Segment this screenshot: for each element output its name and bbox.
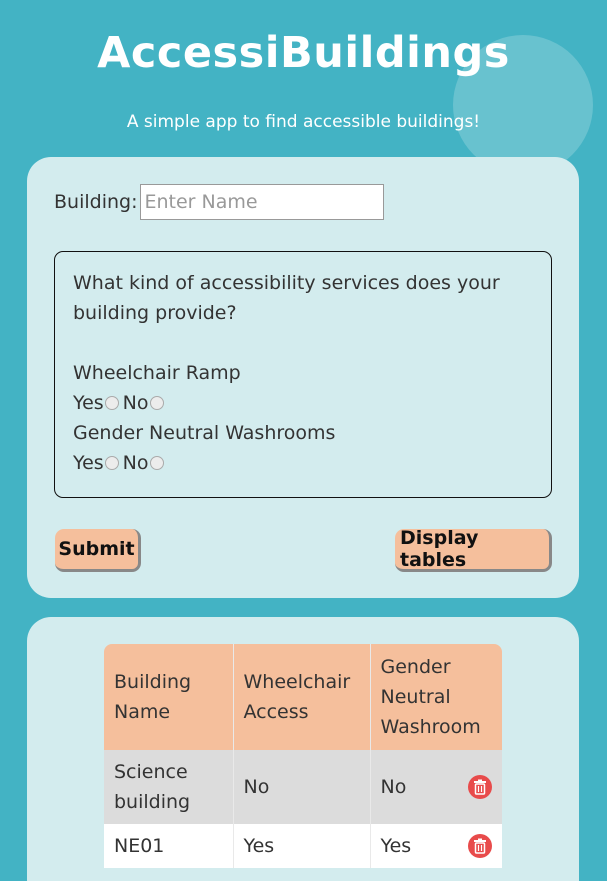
- wheelchair-yes-label: Yes: [73, 392, 104, 414]
- cell-washroom: Yes: [370, 824, 502, 868]
- washroom-no-radio[interactable]: [149, 456, 164, 470]
- washroom-yes-radio[interactable]: [104, 456, 119, 470]
- cell-building: Science building: [104, 750, 234, 824]
- wheelchair-yes-radio[interactable]: [104, 396, 119, 410]
- header-wheelchair-access: Wheelchair Access: [233, 644, 371, 750]
- wheelchair-no-label: No: [122, 392, 149, 414]
- building-name-input[interactable]: [140, 184, 385, 220]
- services-question: What kind of accessibility services does…: [73, 272, 500, 324]
- service-name-washroom: Gender Neutral Washrooms: [73, 422, 336, 444]
- cell-washroom: No: [370, 750, 502, 824]
- wheelchair-no-radio[interactable]: [149, 396, 164, 410]
- app-title: AccessiBuildings: [97, 28, 510, 78]
- building-label: Building:: [54, 191, 138, 213]
- trash-icon[interactable]: [468, 834, 492, 858]
- table-row: NE01 Yes Yes: [104, 824, 502, 868]
- display-tables-button[interactable]: Display tables: [395, 527, 552, 572]
- submit-button[interactable]: Submit: [55, 529, 141, 572]
- services-fieldset: What kind of accessibility services does…: [54, 251, 552, 498]
- header-gender-neutral-washroom: Gender Neutral Washroom: [370, 644, 502, 750]
- washroom-no-label: No: [122, 452, 149, 474]
- buildings-table: Building Name Wheelchair Access Gender N…: [104, 644, 502, 868]
- wheelchair-radio-group: Yes No: [73, 388, 533, 418]
- header-building-name: Building Name: [104, 644, 234, 750]
- app-subtitle: A simple app to find accessible building…: [126, 112, 481, 132]
- cell-wheelchair: No: [233, 750, 371, 824]
- cell-washroom-value: No: [380, 776, 407, 798]
- building-field-row: Building:: [54, 184, 385, 220]
- service-name-wheelchair: Wheelchair Ramp: [73, 362, 241, 384]
- cell-building: NE01: [104, 824, 234, 868]
- table-row: Science building No No: [104, 750, 502, 824]
- washroom-yes-label: Yes: [73, 452, 104, 474]
- washroom-radio-group: Yes No: [73, 448, 533, 478]
- table-header-row: Building Name Wheelchair Access Gender N…: [104, 644, 502, 750]
- trash-icon[interactable]: [468, 775, 492, 799]
- building-form-card: Building: What kind of accessibility ser…: [27, 157, 579, 598]
- buildings-table-card: Building Name Wheelchair Access Gender N…: [27, 617, 579, 881]
- cell-wheelchair: Yes: [233, 824, 371, 868]
- cell-washroom-value: Yes: [380, 835, 412, 857]
